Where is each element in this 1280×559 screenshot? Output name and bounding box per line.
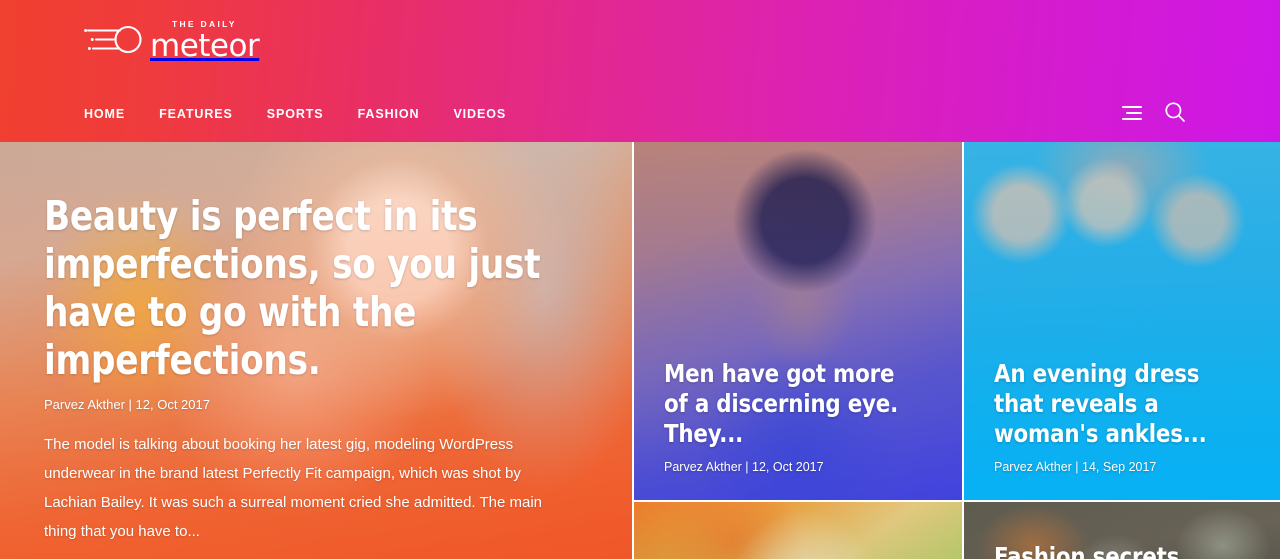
comet-icon (84, 19, 146, 62)
hero-post-title[interactable]: Beauty is perfect in its imperfections, … (44, 192, 550, 384)
featured-posts-grid: Beauty is perfect in its imperfections, … (0, 142, 1280, 559)
nav-item-features[interactable]: FEATURES (159, 99, 233, 129)
hero-post-content: Beauty is perfect in its imperfections, … (0, 142, 632, 546)
nav-item-fashion[interactable]: FASHION (358, 99, 420, 129)
site-header: THE DAILY meteor HOME FEATURES SPORTS FA… (0, 0, 1280, 142)
post-card-luxury[interactable]: Luxury will be always around, no matter … (634, 502, 962, 559)
post-meta: Parvez Akther | 14, Sep 2017 (994, 460, 1157, 474)
post-card-men-discerning-eye[interactable]: Men have got more of a discerning eye. T… (634, 142, 962, 500)
header-tools (1118, 100, 1188, 126)
post-title[interactable]: Men have got more of a discerning eye. T… (664, 359, 922, 449)
post-content: Men have got more of a discerning eye. T… (634, 359, 962, 500)
nav-item-videos[interactable]: VIDEOS (453, 99, 506, 129)
menu-button[interactable] (1118, 100, 1144, 126)
post-content: An evening dress that reveals a woman's … (964, 359, 1280, 500)
logo-wordmark: THE DAILY meteor (150, 19, 260, 64)
primary-navigation: HOME FEATURES SPORTS FASHION VIDEOS (84, 99, 540, 129)
hero-post-meta: Parvez Akther | 12, Oct 2017 (44, 397, 210, 412)
post-card-fashion-secrets[interactable]: Fashion secrets designer labels don't wa… (964, 502, 1280, 559)
post-meta: Parvez Akther | 12, Oct 2017 (664, 460, 824, 474)
hero-post-excerpt: The model is talking about booking her l… (44, 436, 543, 540)
logo-name: meteor (150, 28, 260, 64)
logo-kicker: THE DAILY (172, 19, 237, 29)
post-title[interactable]: An evening dress that reveals a woman's … (994, 359, 1241, 449)
post-overlay (634, 502, 962, 559)
search-icon (1164, 101, 1186, 126)
post-title[interactable]: Fashion secrets designer labels don't wa… (994, 542, 1241, 559)
hero-post-card[interactable]: Beauty is perfect in its imperfections, … (0, 142, 632, 559)
post-card-evening-dress[interactable]: An evening dress that reveals a woman's … (964, 142, 1280, 500)
hamburger-icon (1120, 106, 1142, 120)
search-button[interactable] (1162, 100, 1188, 126)
site-logo[interactable]: THE DAILY meteor (84, 18, 260, 64)
nav-item-sports[interactable]: SPORTS (267, 99, 324, 129)
nav-item-home[interactable]: HOME (84, 99, 125, 129)
post-content: Fashion secrets designer labels don't wa… (964, 542, 1280, 559)
